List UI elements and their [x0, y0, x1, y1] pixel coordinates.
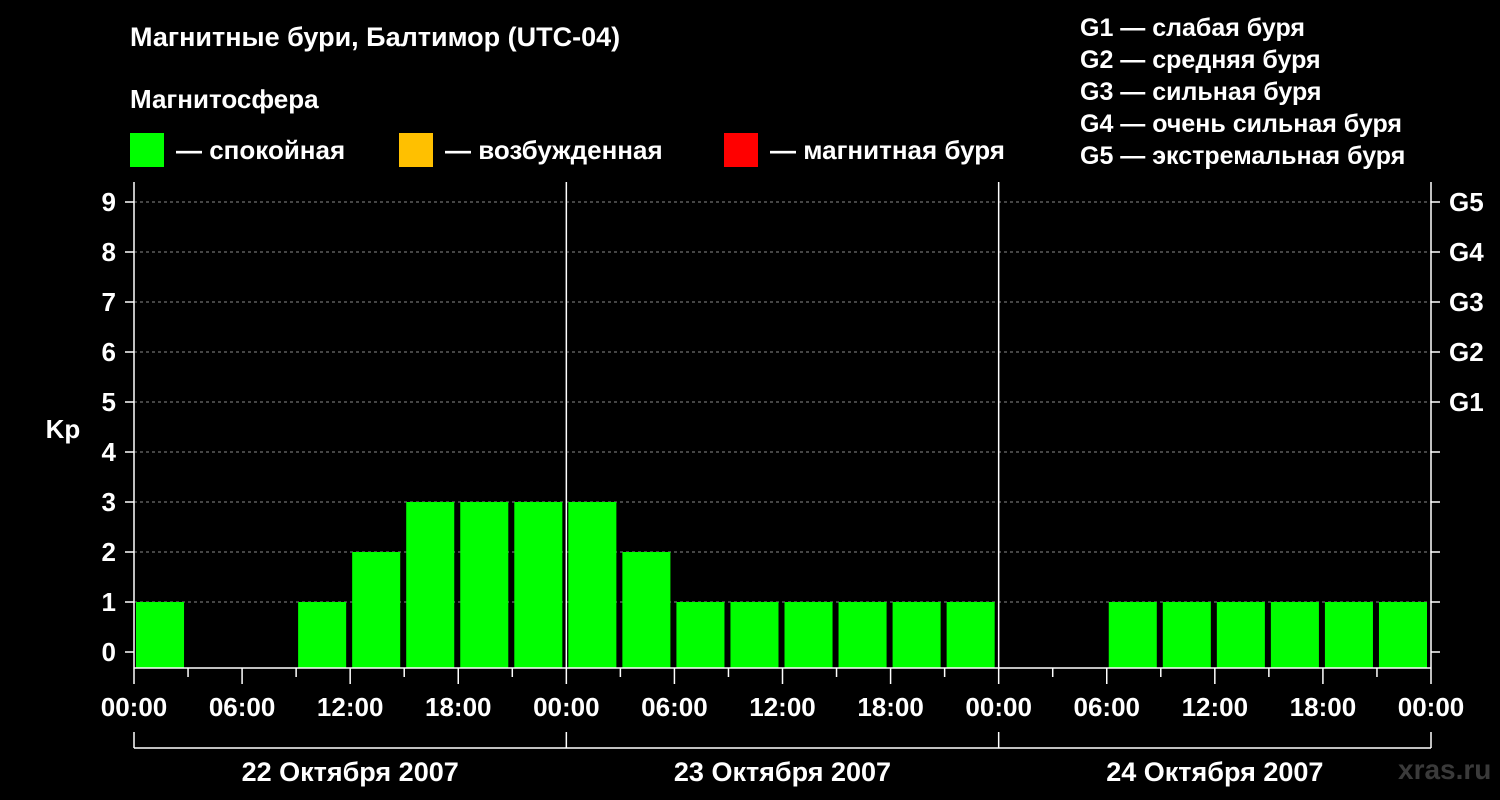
kp-bar — [1324, 602, 1373, 668]
y-tick-label: 5 — [102, 387, 116, 417]
y-tick-label: 3 — [102, 487, 116, 517]
x-tick-label: 12:00 — [1182, 692, 1249, 722]
kp-bar — [676, 602, 725, 668]
kp-bar — [298, 602, 347, 668]
x-tick-label: 06:00 — [1074, 692, 1141, 722]
kp-bar — [568, 502, 617, 668]
y-tick-label: 2 — [102, 537, 116, 567]
y-tick-label: 4 — [102, 437, 117, 467]
y-tick-label: 8 — [102, 237, 116, 267]
kp-bar — [730, 602, 779, 668]
kp-bar — [838, 602, 887, 668]
kp-bar — [514, 502, 563, 668]
g-level-axis-label: G3 — [1449, 287, 1484, 317]
kp-bar — [1108, 602, 1157, 668]
kp-bar — [622, 552, 671, 668]
x-tick-label: 00:00 — [101, 692, 168, 722]
y-tick-label: 0 — [102, 637, 116, 667]
x-tick-label: 00:00 — [965, 692, 1032, 722]
y-tick-label: 1 — [102, 587, 116, 617]
watermark: xras.ru — [1398, 754, 1492, 785]
y-axis-label: Kp — [46, 414, 81, 444]
kp-bar — [784, 602, 833, 668]
g-level-axis-label: G5 — [1449, 187, 1484, 217]
x-tick-label: 12:00 — [749, 692, 816, 722]
day-label: 22 Октября 2007 — [242, 757, 459, 787]
kp-bar — [1378, 602, 1427, 668]
kp-bar — [946, 602, 995, 668]
y-tick-label: 7 — [102, 287, 116, 317]
x-tick-label: 06:00 — [641, 692, 708, 722]
g-level-axis-label: G2 — [1449, 337, 1484, 367]
kp-bar — [460, 502, 509, 668]
g-level-axis-label: G1 — [1449, 387, 1484, 417]
x-tick-label: 18:00 — [1290, 692, 1357, 722]
kp-bar-chart: 0 1 2 3 4 5 6 7 8 9 G1 G2 G3 G4 G5 Kp 00:00 06:00 12:00 18:… — [46, 182, 1484, 787]
kp-bar — [1162, 602, 1211, 668]
x-tick-label: 12:00 — [317, 692, 384, 722]
kp-bar — [406, 502, 455, 668]
x-tick-label: 00:00 — [1398, 692, 1465, 722]
kp-bar — [1270, 602, 1319, 668]
kp-bar — [352, 552, 401, 668]
day-label: 23 Октября 2007 — [674, 757, 891, 787]
x-tick-label: 18:00 — [857, 692, 924, 722]
x-tick-label: 06:00 — [209, 692, 276, 722]
kp-bar — [892, 602, 941, 668]
x-tick-label: 00:00 — [533, 692, 600, 722]
y-tick-label: 9 — [102, 187, 116, 217]
kp-bar — [1216, 602, 1265, 668]
g-level-axis-label: G4 — [1449, 237, 1484, 267]
y-tick-label: 6 — [102, 337, 116, 367]
day-label: 24 Октября 2007 — [1106, 757, 1323, 787]
x-tick-label: 18:00 — [425, 692, 492, 722]
kp-bar — [136, 602, 185, 668]
